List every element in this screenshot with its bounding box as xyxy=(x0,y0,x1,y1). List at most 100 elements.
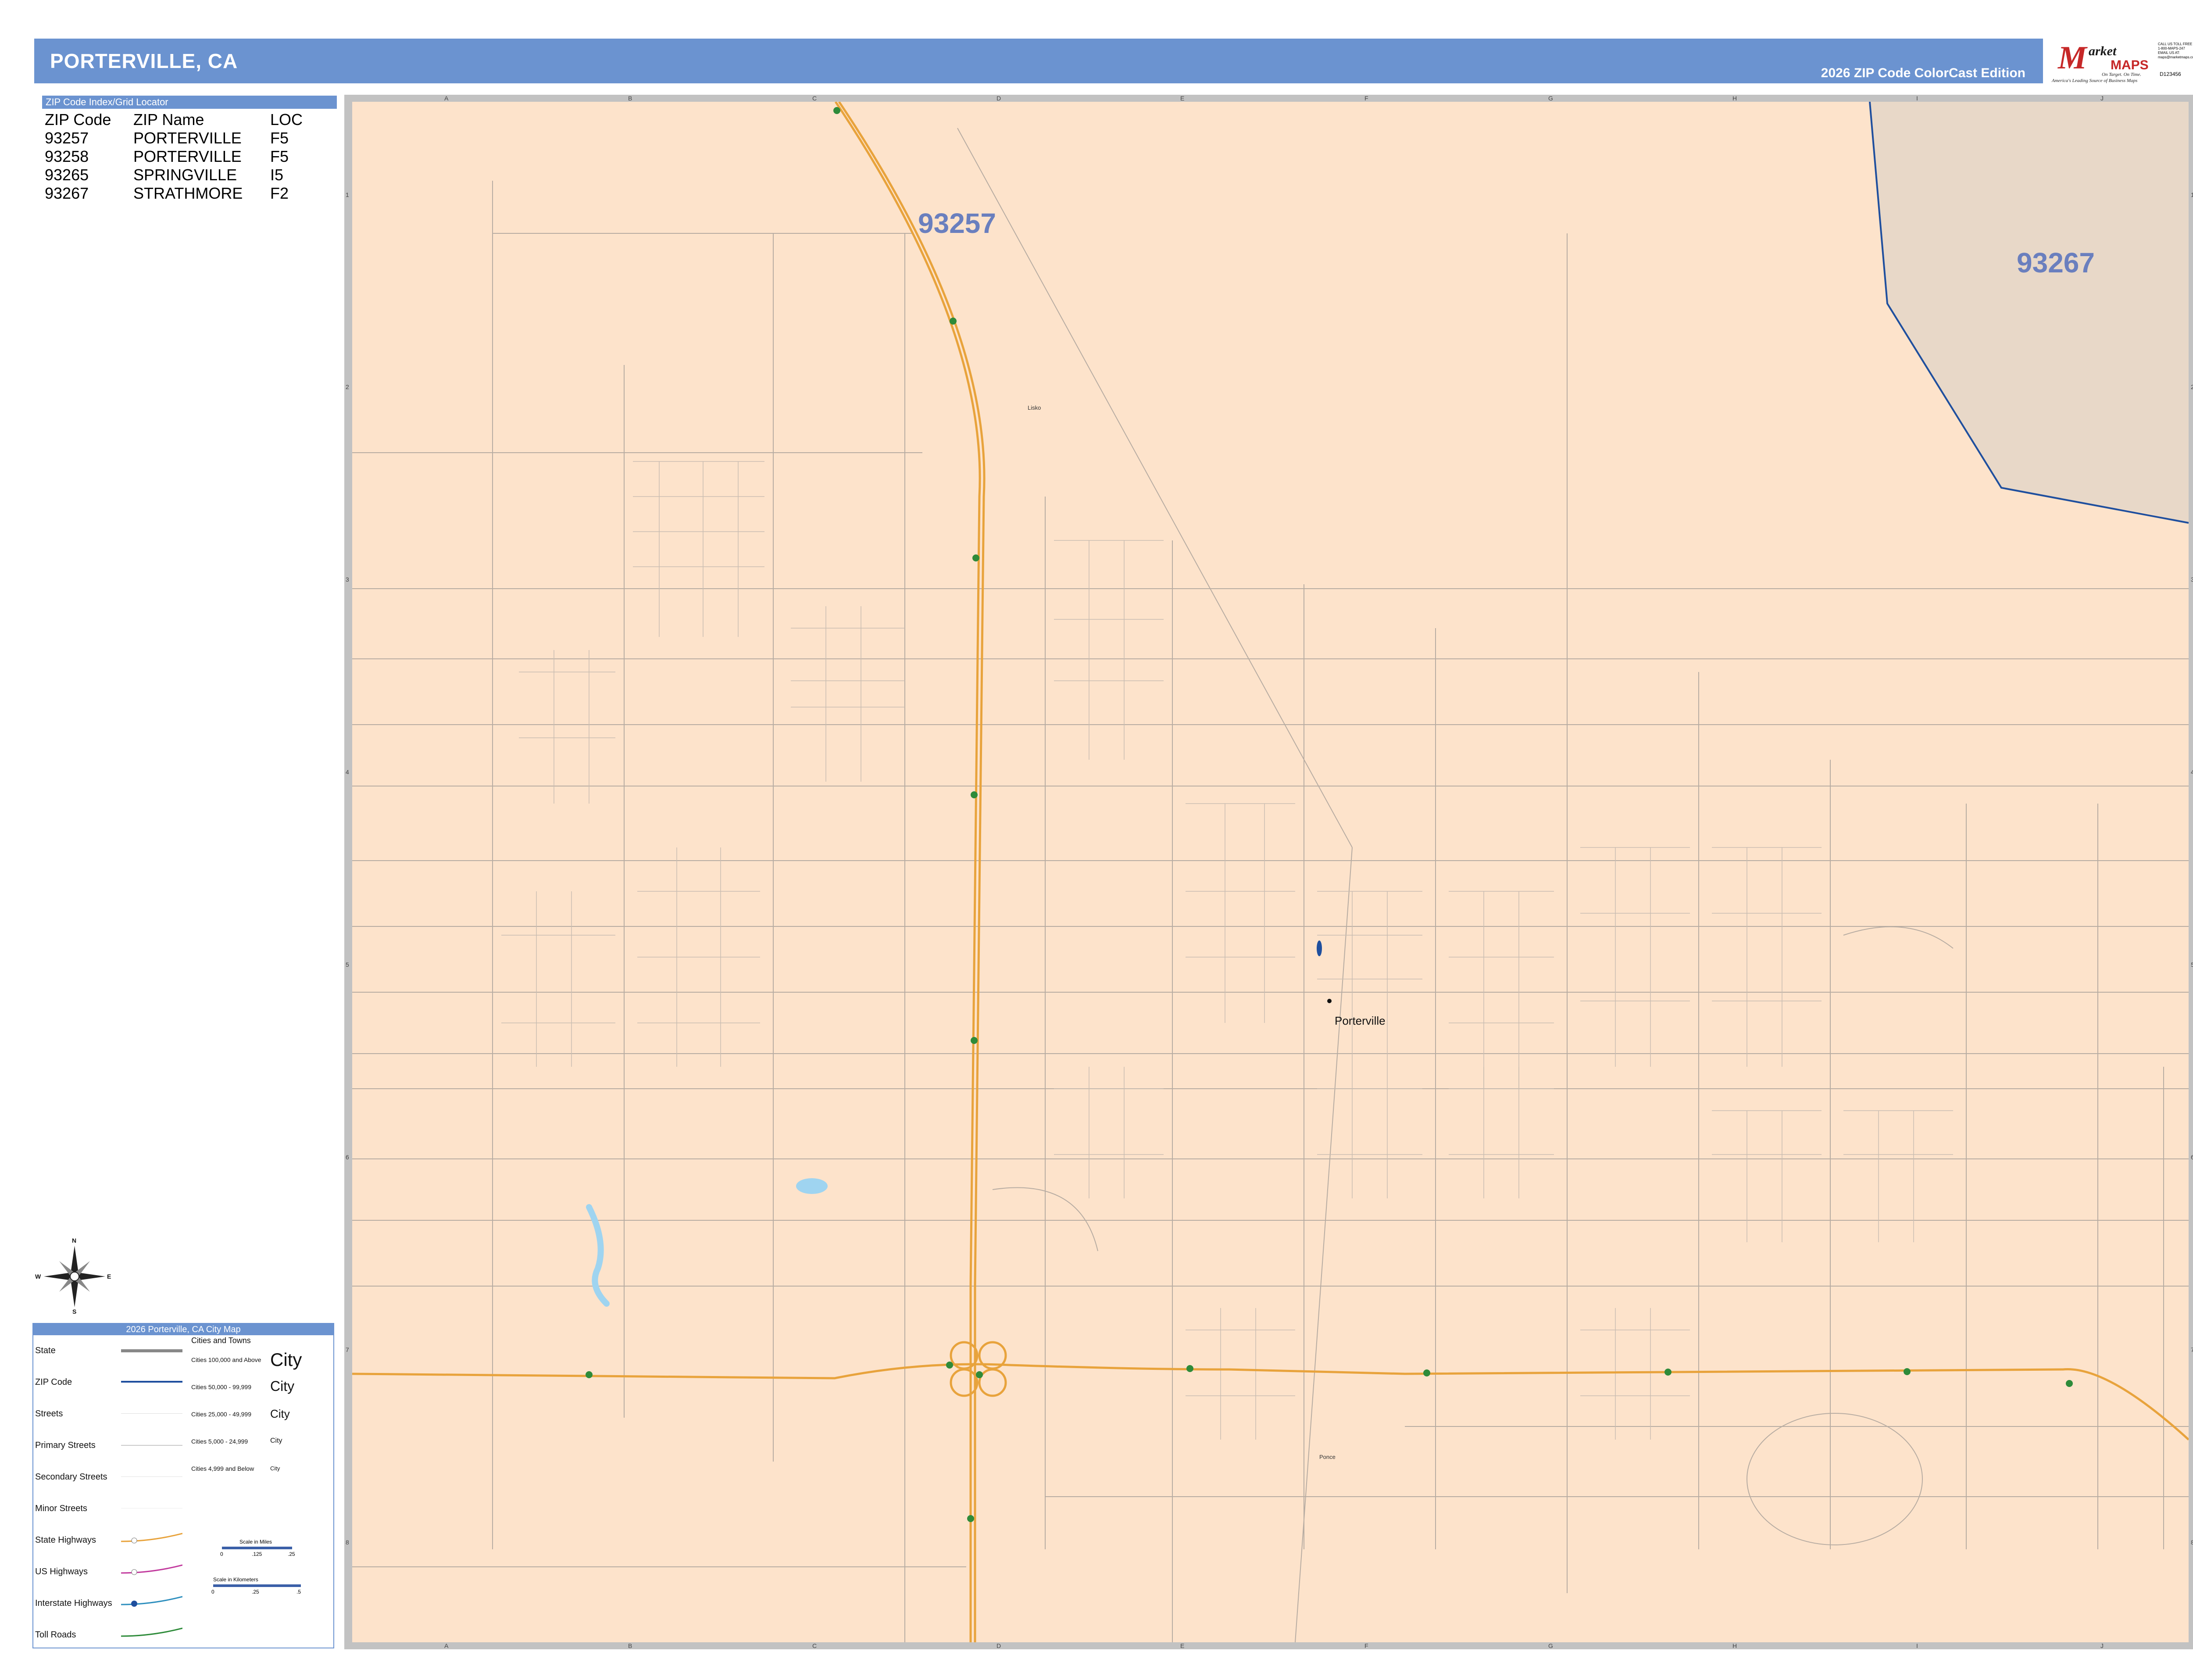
product-code: D123456 xyxy=(2160,71,2181,77)
city-label-porterville: Porterville xyxy=(1335,1014,1386,1027)
grid-number: 3 xyxy=(2191,576,2193,583)
legend-item-label: State xyxy=(35,1346,56,1355)
grid-number: 2 xyxy=(2191,383,2193,390)
grid-number: 2 xyxy=(346,383,349,390)
loc-cell: F5 xyxy=(270,147,289,165)
compass-svg xyxy=(44,1246,105,1307)
grid-number: 6 xyxy=(2191,1154,2193,1161)
loc-cell: F2 xyxy=(270,184,289,202)
place-label: Ponce xyxy=(1319,1454,1336,1460)
table-row: 93258 PORTERVILLE F5 xyxy=(42,147,332,166)
compass-north: N xyxy=(72,1237,77,1244)
grid-number: 8 xyxy=(2191,1539,2193,1546)
grid-letter: C xyxy=(812,95,817,102)
highway-shield-icon xyxy=(972,554,979,561)
title-bar: PORTERVILLE, CA 2026 ZIP Code ColorCast … xyxy=(34,39,2043,83)
legend-zip-line xyxy=(121,1381,182,1383)
table-row: 93257 PORTERVILLE F5 xyxy=(42,129,332,147)
legend-city-class: Cities 5,000 - 24,999 xyxy=(191,1438,248,1445)
grid-letter: B xyxy=(628,1642,632,1649)
logo-contact: CALL US TOLL FREE 1-800-MAPS-247 EMAIL U… xyxy=(2158,42,2193,60)
contact-line: maps@marketmaps.com xyxy=(2158,55,2193,59)
map-legend: 2026 Porterville, CA City Map State ZIP … xyxy=(32,1323,334,1648)
legend-item-label: Minor Streets xyxy=(35,1504,87,1513)
zip-code-cell: 93257 xyxy=(45,129,89,147)
zip-label-93257: 93257 xyxy=(918,207,996,239)
highway-190 xyxy=(352,1363,2189,1441)
zip-code-cell: 93265 xyxy=(45,166,89,184)
scale-tick: .25 xyxy=(252,1589,259,1595)
highway-shield-icon xyxy=(971,1037,978,1044)
compass-east: E xyxy=(107,1273,111,1280)
highway-shield-icon xyxy=(1664,1369,1672,1376)
zip-index-table: ZIP Code ZIP Name LOC 93257 PORTERVILLE … xyxy=(42,111,332,203)
grid-letter: E xyxy=(1180,95,1185,102)
scale-tick: .25 xyxy=(288,1551,295,1557)
column-header: LOC xyxy=(270,111,303,129)
logo-word-market: arket xyxy=(2089,44,2117,58)
grid-letter: F xyxy=(1364,95,1368,102)
legend-interstate-sample xyxy=(121,1596,182,1607)
grid-number: 8 xyxy=(346,1539,349,1546)
grid-number: 4 xyxy=(346,769,349,776)
zip-region-93267 xyxy=(1870,102,2189,523)
grid-letter: A xyxy=(444,1642,449,1649)
highway-shield-icon xyxy=(1904,1368,1911,1375)
scale-bar-km xyxy=(213,1584,301,1587)
grid-letter: E xyxy=(1180,1642,1185,1649)
loc-cell: F5 xyxy=(270,129,289,147)
logo-tagline-2: America's Leading Source of Business Map… xyxy=(2052,78,2138,83)
grid-number: 5 xyxy=(346,961,349,968)
zip-name-cell: SPRINGVILLE xyxy=(133,166,237,184)
highway-shield-icon xyxy=(950,318,957,325)
compass-west: W xyxy=(35,1273,41,1280)
grid-letter: J xyxy=(2100,95,2104,102)
highway-shield-icon xyxy=(2066,1380,2073,1387)
highway-shield-icon xyxy=(586,1371,593,1378)
column-header: ZIP Name xyxy=(133,111,204,129)
street-map-svg xyxy=(352,102,2189,1642)
table-row: 93265 SPRINGVILLE I5 xyxy=(42,166,332,184)
highway-shield-icon xyxy=(1186,1365,1193,1372)
zip-index: ZIP Code Index/Grid Locator ZIP Code ZIP… xyxy=(42,96,337,203)
contact-line: CALL US TOLL FREE xyxy=(2158,42,2193,46)
legend-city-sample: City xyxy=(270,1349,302,1370)
column-header: ZIP Code xyxy=(45,111,111,129)
grid-letter: A xyxy=(444,95,449,102)
zip-code-cell: 93258 xyxy=(45,147,89,165)
logo-tagline: On Target. On Time. xyxy=(2102,72,2141,77)
legend-item-label: State Highways xyxy=(35,1535,96,1545)
highway-shield-icon xyxy=(976,1371,983,1378)
legend-item-label: Toll Roads xyxy=(35,1630,76,1640)
grid-number: 6 xyxy=(346,1154,349,1161)
grid-letter: H xyxy=(1732,95,1737,102)
scale-tick: .125 xyxy=(252,1551,262,1557)
legend-item-label: Primary Streets xyxy=(35,1441,96,1450)
legend-state-hwy-sample xyxy=(121,1533,182,1544)
grid-number: 7 xyxy=(346,1346,349,1353)
highway-65 xyxy=(838,102,986,1642)
scale-tick: .5 xyxy=(296,1589,301,1595)
grid-number: 1 xyxy=(2191,191,2193,198)
zip-label-93267: 93267 xyxy=(2017,247,2095,279)
legend-item-label: Streets xyxy=(35,1409,63,1419)
map-canvas[interactable]: 93257 93267 Porterville Lisko Ponce xyxy=(352,102,2189,1642)
loc-cell: I5 xyxy=(270,166,284,184)
legend-secondary-line xyxy=(121,1476,182,1477)
scale-bar-miles xyxy=(222,1547,292,1549)
place-label: Lisko xyxy=(1028,404,1041,411)
zip-name-cell: PORTERVILLE xyxy=(133,147,242,165)
grid-number: 7 xyxy=(2191,1346,2193,1353)
highway-shield-icon xyxy=(971,791,978,798)
logo-letter-m: M xyxy=(2058,40,2087,76)
grid-letter: I xyxy=(1916,1642,1918,1649)
table-row: 93267 STRATHMORE F2 xyxy=(42,184,332,203)
legend-title: 2026 Porterville, CA City Map xyxy=(33,1324,333,1335)
grid-letter: B xyxy=(628,95,632,102)
scale-km-label: Scale in Kilometers xyxy=(213,1576,258,1583)
highway-shields xyxy=(586,107,2073,1522)
legend-state-line xyxy=(121,1349,182,1352)
legend-city-sample: City xyxy=(270,1465,280,1472)
grid-letter: D xyxy=(996,1642,1001,1649)
scale-miles-label: Scale in Miles xyxy=(239,1539,272,1545)
